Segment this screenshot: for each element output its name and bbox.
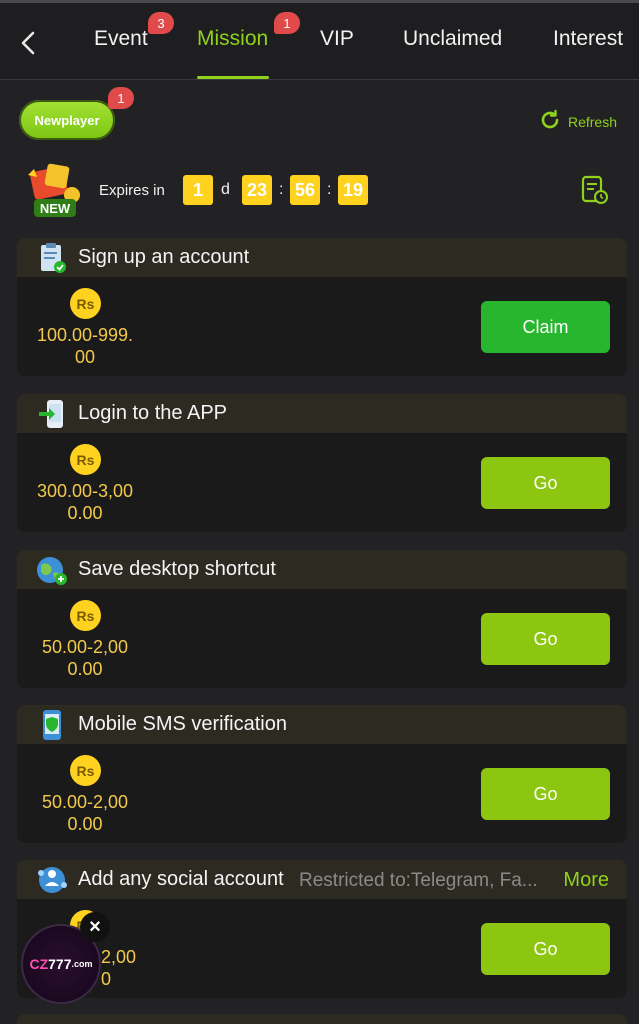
tab-event[interactable]: Event [94, 27, 148, 51]
new-gift-icon: NEW [22, 161, 92, 221]
next-card-edge [17, 1014, 627, 1024]
countdown-hours: 23 [242, 175, 272, 205]
newplayer-button[interactable]: Newplayer [19, 100, 115, 140]
reward-amount: 300.00-3,00 0.00 [36, 481, 134, 523]
tab-event-badge: 3 [148, 12, 174, 34]
refresh-button[interactable]: Refresh [538, 108, 617, 135]
refresh-icon [538, 108, 562, 135]
back-icon[interactable] [14, 29, 42, 57]
active-tab-indicator [197, 76, 269, 79]
rupee-coin-icon: Rs [70, 600, 101, 631]
tab-vip[interactable]: VIP [320, 27, 354, 51]
go-button[interactable]: Go [481, 457, 610, 509]
countdown-sep: : [279, 181, 284, 198]
reward-amount: 50.00-2,00 0.00 [41, 637, 129, 679]
mission-title: Add any social account [78, 868, 284, 890]
mission-card-header: Add any social account Restricted to:Tel… [17, 860, 627, 899]
mission-card: Sign up an account Rs 100.00-999. 00 Clai… [17, 238, 627, 376]
clipboard-check-icon [35, 241, 69, 275]
mission-card-header: Mobile SMS verification [17, 705, 627, 744]
mission-card-header: Login to the APP [17, 394, 627, 433]
countdown-day-unit: d [221, 181, 230, 198]
reward-amount: 50.00-2,00 0.00 [41, 792, 129, 834]
new-badge-text: NEW [40, 201, 71, 216]
go-button[interactable]: Go [481, 768, 610, 820]
newplayer-badge: 1 [108, 87, 134, 109]
tab-interest[interactable]: Interest [553, 27, 623, 51]
social-network-icon [35, 863, 69, 897]
mission-card: Mobile SMS verification Rs 50.00-2,00 0.0… [17, 705, 627, 843]
claim-button[interactable]: Claim [481, 301, 610, 353]
mission-title: Save desktop shortcut [78, 558, 276, 580]
rupee-coin-icon: Rs [70, 288, 101, 319]
reward-amount: 2,00 0 [101, 947, 137, 989]
expires-label: Expires in [99, 182, 165, 199]
mission-title: Sign up an account [78, 246, 250, 268]
mission-title: Mobile SMS verification [78, 713, 287, 735]
tab-mission[interactable]: Mission [197, 27, 268, 51]
close-icon[interactable]: × [80, 912, 110, 942]
go-button[interactable]: Go [481, 923, 610, 975]
mission-card-header: Save desktop shortcut [17, 550, 627, 589]
mission-title: Login to the APP [78, 402, 228, 424]
mission-card: Login to the APP Rs 300.00-3,00 0.00 Go [17, 394, 627, 532]
mission-card: Save desktop shortcut Rs 50.00-2,00 0.00 … [17, 550, 627, 688]
tab-mission-badge: 1 [274, 12, 300, 34]
refresh-label: Refresh [567, 113, 617, 130]
top-nav-bar: Event 3 Mission 1 VIP Unclaimed Interest [0, 0, 639, 80]
globe-shortcut-icon [35, 553, 69, 587]
countdown-days: 1 [183, 175, 213, 205]
countdown-sep: : [327, 181, 332, 198]
rupee-coin-icon: Rs [70, 755, 101, 786]
rupee-coin-icon: Rs [70, 444, 101, 475]
phone-login-icon [35, 397, 69, 431]
tab-unclaimed[interactable]: Unclaimed [403, 27, 502, 51]
reward-amount: 100.00-999. 00 [36, 325, 134, 367]
history-record-icon[interactable] [580, 174, 610, 206]
go-button[interactable]: Go [481, 613, 610, 665]
countdown-seconds: 19 [338, 175, 368, 205]
mission-card-header: Sign up an account [17, 238, 627, 277]
restriction-note: Restricted to:Telegram, Fa... [299, 870, 538, 891]
more-link[interactable]: More [563, 869, 609, 892]
countdown-minutes: 56 [290, 175, 320, 205]
phone-shield-icon [35, 708, 69, 742]
